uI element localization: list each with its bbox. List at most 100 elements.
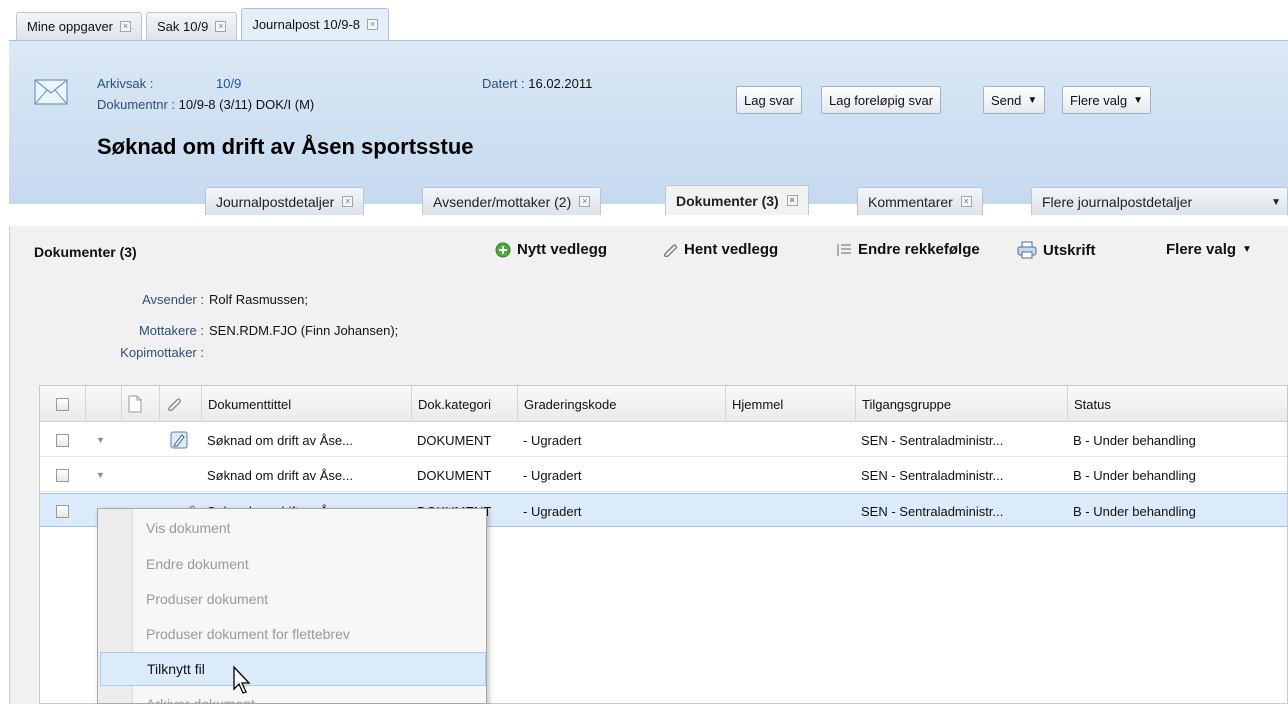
triangle-down-icon: ▼	[96, 470, 105, 480]
cell-tilgangsgruppe: SEN - Sentraladministr...	[861, 432, 1004, 448]
tab-journalpostdetaljer[interactable]: Journalpostdetaljer ×	[205, 187, 365, 215]
row-checkbox[interactable]	[56, 468, 69, 482]
column-dok-kategori[interactable]: Dok.kategori	[412, 386, 518, 422]
expand-column	[86, 386, 122, 422]
menu-item-label: Endre dokument	[146, 556, 249, 572]
menu-item-vis-dokument[interactable]: Vis dokument	[134, 511, 486, 545]
button-label: Hent vedlegg	[684, 241, 779, 258]
edit-document-icon[interactable]	[170, 431, 188, 449]
tab-label: Dokumenter (3)	[676, 192, 779, 209]
cell-dok-kategori: DOKUMENT	[417, 467, 492, 483]
flere-journalpostdetaljer-select[interactable]: Flere journalpostdetaljer ▼	[1031, 187, 1288, 215]
lag-svar-button[interactable]: Lag svar	[736, 86, 802, 114]
chevron-down-icon: ▼	[1133, 94, 1143, 106]
menu-item-label: Produser dokument for flettebrev	[146, 626, 350, 642]
menu-item-produser-dokument[interactable]: Produser dokument	[134, 582, 486, 616]
paperclip-icon	[168, 398, 181, 412]
nytt-vedlegg-button[interactable]: Nytt vedlegg	[495, 241, 607, 258]
cell-status: B - Under behandling	[1073, 503, 1196, 519]
close-icon[interactable]: ×	[960, 196, 972, 207]
add-circle-icon	[495, 242, 511, 257]
menu-item-endre-dokument[interactable]: Endre dokument	[134, 547, 486, 581]
close-icon[interactable]: ×	[215, 21, 227, 32]
cell-graderingskode: - Ugradert	[523, 503, 582, 519]
tab-label: Journalpostdetaljer	[216, 193, 335, 210]
close-icon[interactable]: ×	[120, 21, 131, 32]
expand-toggle[interactable]: ▼	[96, 458, 105, 492]
expand-toggle[interactable]: ▼	[96, 423, 105, 457]
column-status[interactable]: Status	[1068, 386, 1288, 422]
column-graderingskode[interactable]: Graderingskode	[518, 386, 726, 422]
column-dokumenttittel[interactable]: Dokumenttittel	[202, 386, 412, 422]
chevron-down-icon: ▼	[1271, 197, 1281, 208]
grid-header: Dokumenttittel Dok.kategori Graderingsko…	[40, 386, 1287, 422]
cell-dokumenttittel[interactable]: Søknad om drift av Åse...	[207, 423, 412, 457]
column-tilgangsgruppe[interactable]: Tilgangsgruppe	[856, 386, 1068, 422]
close-icon[interactable]: ×	[786, 195, 798, 206]
close-icon[interactable]: ×	[579, 196, 591, 207]
arkivsak-link[interactable]: 10/9	[216, 76, 241, 91]
select-label: Flere journalpostdetaljer	[1042, 193, 1193, 210]
kopimottaker-label: Kopimottaker :	[120, 345, 204, 360]
triangle-down-icon: ▼	[96, 435, 105, 445]
cell-status: B - Under behandling	[1073, 467, 1196, 483]
flere-valg-button[interactable]: Flere valg ▼	[1062, 86, 1151, 114]
button-label: Nytt vedlegg	[517, 241, 608, 258]
page-title: Søknad om drift av Åsen sportsstue	[97, 134, 474, 159]
journalpost-header: Arkivsak : 10/9 Dokumentnr : 10/9-8 (3/1…	[9, 40, 1288, 215]
mottakere-value: SEN.RDM.FJO (Finn Johansen);	[209, 323, 399, 338]
tab-label: Sak 10/9	[157, 19, 209, 34]
tab-label: Kommentarer	[868, 193, 953, 210]
lag-forelopig-svar-button[interactable]: Lag foreløpig svar	[821, 86, 942, 114]
dokumentnr-value: 10/9-8 (3/11) DOK/I (M)	[178, 97, 315, 112]
button-label: Lag foreløpig svar	[829, 92, 934, 108]
row-checkbox-cell	[56, 494, 69, 528]
avsender-label: Avsender :	[142, 292, 204, 307]
arkivsak-row: Arkivsak : 10/9	[97, 76, 241, 91]
flere-valg-menu[interactable]: Flere valg ▼	[1166, 241, 1252, 258]
tab-journalpost[interactable]: Journalpost 10/9-8 ×	[241, 8, 390, 40]
cell-status: B - Under behandling	[1073, 432, 1196, 448]
endre-rekkefolge-button[interactable]: Endre rekkefølge	[836, 241, 980, 258]
tab-mine-oppgaver[interactable]: Mine oppgaver ×	[16, 12, 142, 40]
close-icon[interactable]: ×	[342, 196, 354, 207]
column-hjemmel[interactable]: Hjemmel	[726, 386, 856, 422]
menu-item-produser-flettebrev[interactable]: Produser dokument for flettebrev	[134, 617, 486, 651]
table-row[interactable]: ▼ Søknad om drift av Åse... DOKUMENT - U…	[40, 458, 1287, 492]
datert-label: Datert :	[482, 76, 525, 91]
reorder-list-icon	[837, 243, 851, 256]
select-all-checkbox[interactable]	[56, 397, 69, 411]
utskrift-button[interactable]: Utskrift	[1017, 241, 1096, 259]
panel-title: Dokumenter (3)	[34, 244, 137, 260]
cell-dok-kategori: DOKUMENT	[417, 432, 492, 448]
row-checkbox-cell	[56, 458, 69, 492]
tab-avsender-mottaker[interactable]: Avsender/mottaker (2) ×	[422, 187, 602, 215]
column-label: Status	[1074, 396, 1111, 412]
button-label: Flere valg	[1070, 92, 1128, 108]
avsender-value: Rolf Rasmussen;	[209, 292, 308, 307]
button-label: Endre rekkefølge	[858, 241, 980, 258]
menu-item-tilknytt-fil[interactable]: Tilknytt fil	[100, 652, 486, 686]
printer-icon	[1017, 241, 1037, 259]
mottakere-label: Mottakere :	[138, 323, 204, 338]
attachment-column	[160, 386, 202, 422]
context-menu: Vis dokument Endre dokument Produser dok…	[97, 508, 487, 704]
top-tab-bar: Mine oppgaver × Sak 10/9 × Journalpost 1…	[16, 8, 390, 40]
table-row[interactable]: ▼ Søknad om drift av Åse... DOKUMENT - U…	[40, 423, 1287, 457]
tab-kommentarer[interactable]: Kommentarer ×	[857, 187, 983, 215]
dokumentnr-label: Dokumentnr :	[97, 97, 176, 112]
row-checkbox[interactable]	[56, 433, 69, 447]
row-checkbox[interactable]	[56, 504, 69, 518]
cell-graderingskode: - Ugradert	[523, 432, 582, 448]
cell-dokumenttittel[interactable]: Søknad om drift av Åse...	[207, 458, 412, 492]
column-label: Hjemmel	[732, 396, 784, 412]
tab-dokumenter[interactable]: Dokumenter (3) ×	[665, 185, 809, 215]
hent-vedlegg-button[interactable]: Hent vedlegg	[662, 241, 778, 258]
close-icon[interactable]: ×	[367, 19, 379, 30]
menu-item-arkiver-dokument[interactable]: Arkiver dokument	[134, 687, 486, 704]
send-button[interactable]: Send ▼	[983, 86, 1046, 114]
tab-sak[interactable]: Sak 10/9 ×	[146, 12, 238, 40]
document-icon	[128, 395, 142, 413]
column-label: Dokumenttittel	[208, 396, 292, 412]
menu-item-label: Tilknytt fil	[147, 661, 205, 677]
